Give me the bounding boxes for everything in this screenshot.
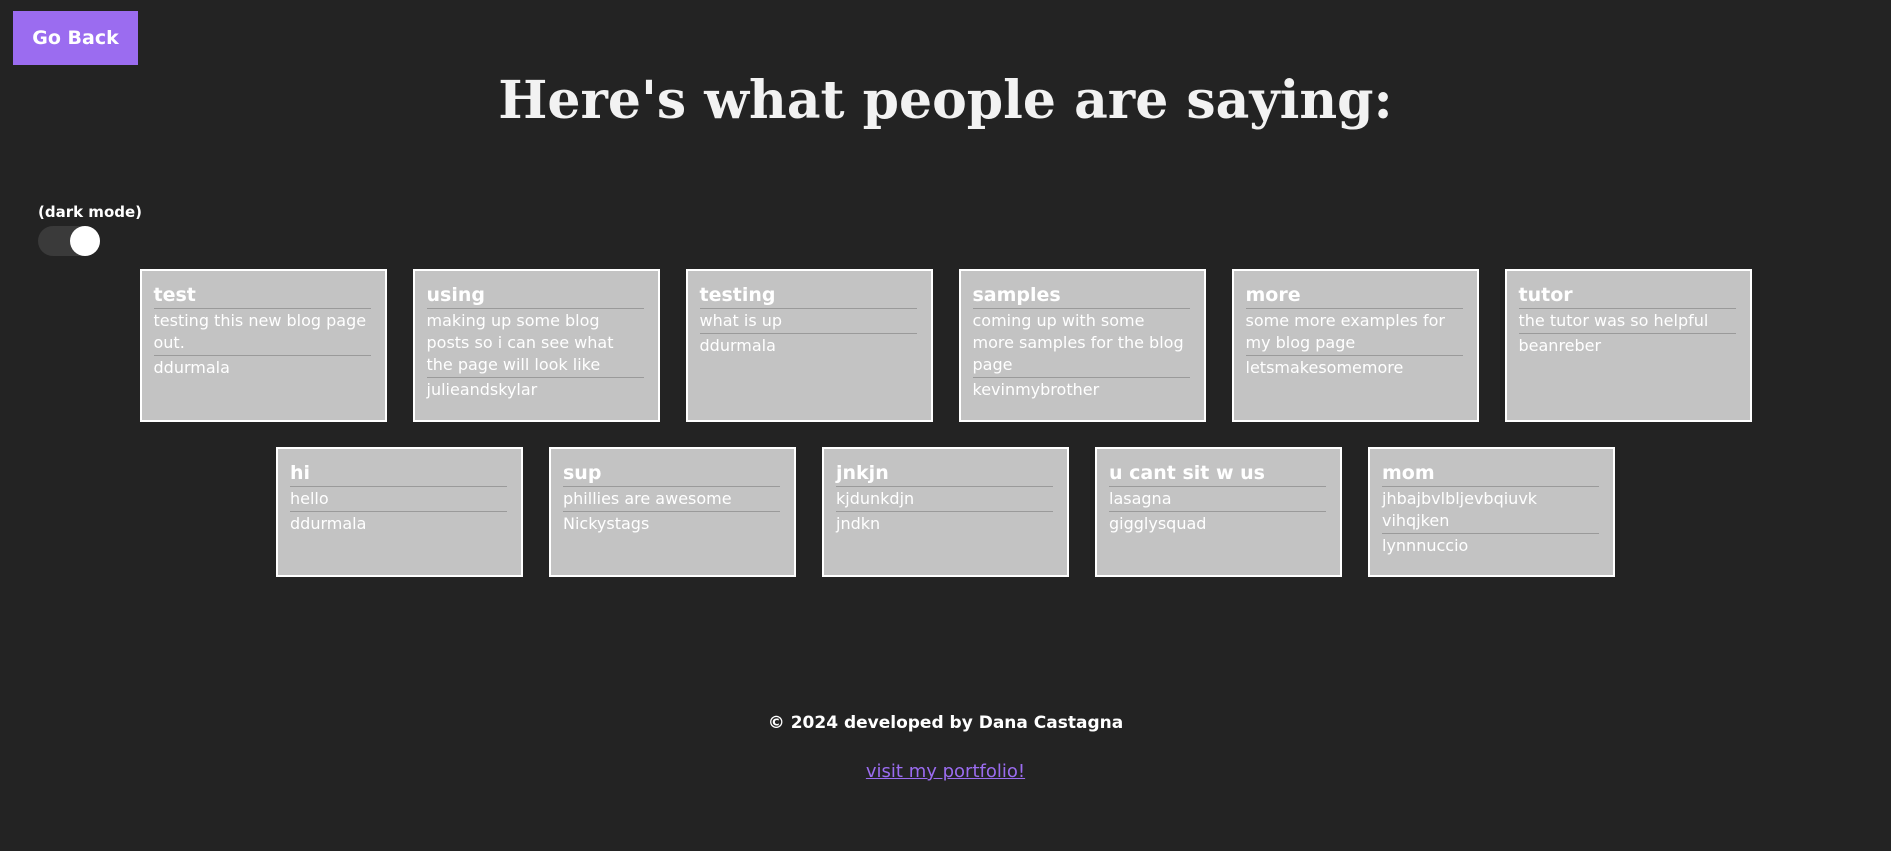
post-author: gigglysquad (1109, 514, 1207, 533)
page: Go Back Here's what people are saying: (… (0, 0, 1891, 851)
post-author: ddurmala (699, 336, 776, 355)
post-title: test (153, 283, 371, 309)
post-card: u cant sit w us lasagna gigglysquad (1095, 447, 1342, 577)
post-title: tutor (1518, 283, 1736, 309)
post-body: hello (290, 487, 507, 512)
post-card: sup phillies are awesome Nickystags (549, 447, 796, 577)
dark-mode-label: (dark mode) (38, 203, 143, 221)
posts-row-2: hi hello ddurmala sup phillies are aweso… (0, 447, 1891, 577)
post-body: coming up with some more samples for the… (972, 309, 1190, 378)
post-title: testing (699, 283, 917, 309)
post-card: test testing this new blog page out. ddu… (139, 269, 387, 422)
post-card: mom jhbajbvlbljevbqiuvk vihqjken lynnnuc… (1368, 447, 1615, 577)
post-body: jhbajbvlbljevbqiuvk vihqjken (1382, 487, 1599, 534)
post-body: testing this new blog page out. (153, 309, 371, 356)
post-body: the tutor was so helpful (1518, 309, 1736, 334)
post-title: u cant sit w us (1109, 461, 1326, 487)
post-author: letsmakesomemore (1245, 358, 1404, 377)
portfolio-link-wrapper: visit my portfolio! (0, 761, 1891, 782)
post-title: more (1245, 283, 1463, 309)
post-author: kevinmybrother (972, 380, 1100, 399)
post-card: more some more examples for my blog page… (1231, 269, 1479, 422)
post-author: beanreber (1518, 336, 1602, 355)
post-author: Nickystags (563, 514, 650, 533)
post-card: tutor the tutor was so helpful beanreber (1504, 269, 1752, 422)
copyright-text: © 2024 developed by Dana Castagna (767, 713, 1124, 733)
post-card: testing what is up ddurmala (685, 269, 933, 422)
post-title: samples (972, 283, 1190, 309)
post-title: jnkjn (836, 461, 1053, 487)
post-card: hi hello ddurmala (276, 447, 523, 577)
post-title: using (426, 283, 644, 309)
post-card: using making up some blog posts so i can… (412, 269, 660, 422)
post-card: jnkjn kjdunkdjn jndkn (822, 447, 1069, 577)
go-back-button[interactable]: Go Back (13, 11, 138, 65)
toggle-knob (70, 226, 100, 256)
posts-row-1: test testing this new blog page out. ddu… (0, 269, 1891, 422)
dark-mode-toggle[interactable] (38, 226, 100, 256)
post-title: mom (1382, 461, 1599, 487)
post-author: ddurmala (290, 514, 367, 533)
post-author: julieandskylar (426, 380, 538, 399)
post-body: some more examples for my blog page (1245, 309, 1463, 356)
post-title: hi (290, 461, 507, 487)
portfolio-link[interactable]: visit my portfolio! (866, 761, 1025, 782)
post-author: jndkn (836, 514, 881, 533)
post-title: sup (563, 461, 780, 487)
post-body: what is up (699, 309, 917, 334)
page-title: Here's what people are saying: (498, 70, 1393, 131)
post-body: phillies are awesome (563, 487, 780, 512)
post-card: samples coming up with some more samples… (958, 269, 1206, 422)
post-body: making up some blog posts so i can see w… (426, 309, 644, 378)
post-body: kjdunkdjn (836, 487, 1053, 512)
post-body: lasagna (1109, 487, 1326, 512)
post-author: lynnnuccio (1382, 536, 1469, 555)
post-author: ddurmala (153, 358, 230, 377)
